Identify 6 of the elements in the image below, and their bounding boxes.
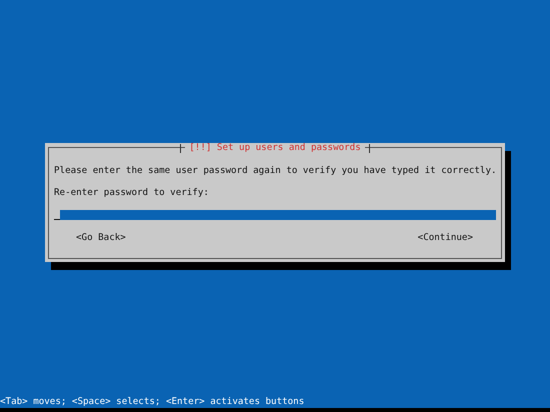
field-label: Re-enter password to verify: — [54, 187, 210, 198]
dialog-message: Please enter the same user password again to verify you have typed it correctly. — [54, 165, 498, 176]
dialog-title: [!!] Set up users and passwords — [185, 143, 365, 153]
dialog-button[interactable]: <Go Back> — [76, 232, 126, 243]
password-field[interactable] — [54, 210, 496, 220]
dialog-button[interactable]: <Continue> — [418, 232, 473, 243]
